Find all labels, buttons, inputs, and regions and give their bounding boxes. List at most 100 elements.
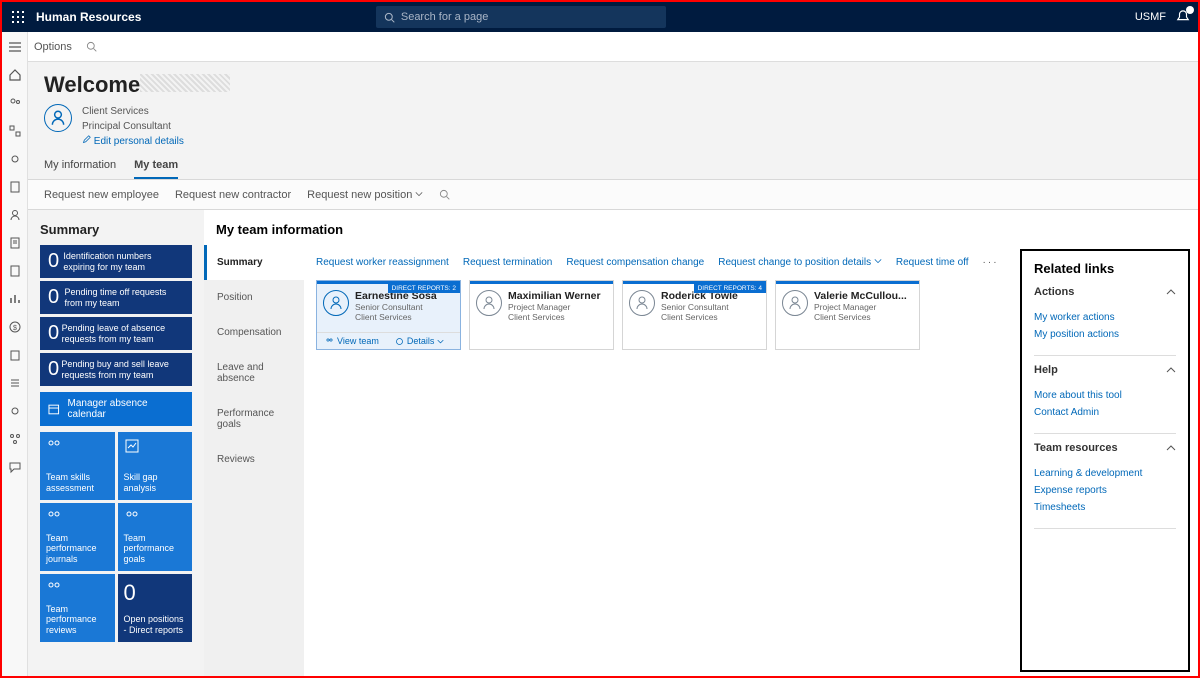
edit-personal-label: Edit personal details — [94, 136, 184, 147]
sidetab-reviews[interactable]: Reviews — [204, 442, 304, 477]
options-bar: Options — [2, 32, 1198, 62]
tile-perf-journals[interactable]: Team performance journals — [40, 503, 115, 571]
sidetab-summary[interactable]: Summary — [204, 245, 304, 280]
related-section-actions[interactable]: Actions — [1034, 286, 1176, 303]
app-launcher-icon[interactable] — [10, 9, 26, 25]
summary-pending-loa[interactable]: 0Pending leave of absence requests from … — [40, 317, 192, 350]
link-icon[interactable] — [8, 152, 22, 166]
related-section-help[interactable]: Help — [1034, 364, 1176, 381]
card-role: Senior Consultant — [661, 302, 738, 312]
link-contact-admin[interactable]: Contact Admin — [1034, 404, 1176, 421]
summary-pending-timeoff[interactable]: 0Pending time off requests from my team — [40, 281, 192, 314]
app-title: Human Resources — [36, 10, 141, 24]
card-dept: Client Services — [661, 312, 738, 322]
main-region: Welcome Client Services Principal Consul… — [28, 62, 1198, 676]
chart-icon[interactable] — [8, 292, 22, 306]
request-position-change[interactable]: Request change to position details — [718, 257, 882, 268]
team-card[interactable]: DIRECT REPORTS: 4 Roderick Towle Senior … — [622, 280, 767, 350]
page-title: Welcome — [44, 72, 140, 98]
request-new-position[interactable]: Request new position — [307, 189, 423, 201]
tab-my-information[interactable]: My information — [44, 159, 116, 179]
team-card[interactable]: Valerie McCullou... Project Manager Clie… — [775, 280, 920, 350]
person-icon[interactable] — [8, 208, 22, 222]
request-time-off[interactable]: Request time off — [896, 257, 969, 268]
card-role: Project Manager — [508, 302, 601, 312]
team-card[interactable]: Maximilian Werner Project Manager Client… — [469, 280, 614, 350]
team-cards: DIRECT REPORTS: 2 Earnestine Sosa Senior… — [316, 280, 1004, 350]
options-search-icon[interactable] — [86, 41, 97, 52]
options-menu[interactable]: Options — [34, 41, 72, 53]
link-learning-dev[interactable]: Learning & development — [1034, 465, 1176, 482]
welcome-header: Welcome Client Services Principal Consul… — [28, 62, 1198, 149]
actionstrip-search-icon[interactable] — [439, 189, 450, 200]
money-icon[interactable]: $ — [8, 320, 22, 334]
request-new-contractor[interactable]: Request new contractor — [175, 189, 291, 201]
request-termination[interactable]: Request termination — [463, 257, 553, 268]
related-section-team-resources[interactable]: Team resources — [1034, 442, 1176, 459]
team-action-strip: Request new employee Request new contrac… — [28, 180, 1198, 210]
org-icon[interactable] — [8, 124, 22, 138]
feedback-icon[interactable] — [8, 460, 22, 474]
people-icon — [46, 438, 109, 454]
doc-icon[interactable] — [8, 236, 22, 250]
global-search[interactable]: Search for a page — [376, 6, 666, 28]
edit-personal-link[interactable]: Edit personal details — [82, 134, 184, 149]
main-tabs: My information My team — [28, 159, 1198, 180]
sidetab-compensation[interactable]: Compensation — [204, 315, 304, 350]
left-nav-rail: $ — [2, 32, 28, 676]
tree-icon[interactable] — [8, 432, 22, 446]
summary-id-expiring[interactable]: 0Identification numbers expiring for my … — [40, 245, 192, 278]
avatar-icon — [629, 290, 655, 316]
tile-perf-reviews[interactable]: Team performance reviews — [40, 574, 115, 642]
redacted-name — [140, 74, 230, 92]
request-comp-change[interactable]: Request compensation change — [566, 257, 704, 268]
link-worker-actions[interactable]: My worker actions — [1034, 309, 1176, 326]
doc2-icon[interactable] — [8, 264, 22, 278]
direct-reports-badge: DIRECT REPORTS: 4 — [694, 284, 766, 293]
more-actions-icon[interactable]: ··· — [983, 257, 999, 268]
direct-reports-badge: DIRECT REPORTS: 2 — [388, 284, 460, 293]
details-button[interactable]: Details — [387, 333, 453, 349]
link-timesheets[interactable]: Timesheets — [1034, 499, 1176, 516]
request-new-employee[interactable]: Request new employee — [44, 189, 159, 201]
avatar-icon — [476, 290, 502, 316]
tile-team-skills[interactable]: Team skills assessment — [40, 432, 115, 500]
sidetab-position[interactable]: Position — [204, 280, 304, 315]
building-icon[interactable] — [8, 348, 22, 362]
company-code[interactable]: USMF — [1135, 11, 1166, 23]
related-heading: Related links — [1034, 261, 1176, 276]
related-links-panel: Related links Actions My worker actions … — [1020, 249, 1190, 672]
avatar-icon — [782, 290, 808, 316]
people-icon[interactable] — [8, 96, 22, 110]
tile-skill-gap[interactable]: Skill gap analysis — [118, 432, 193, 500]
tile-open-positions[interactable]: 0Open positions - Direct reports — [118, 574, 193, 642]
tab-my-team[interactable]: My team — [134, 159, 178, 179]
card-dept: Client Services — [355, 312, 437, 322]
request-reassignment[interactable]: Request worker reassignment — [316, 257, 449, 268]
link-more-about[interactable]: More about this tool — [1034, 387, 1176, 404]
view-team-button[interactable]: View team — [317, 333, 387, 349]
hamburger-icon[interactable] — [8, 40, 22, 54]
tile-perf-goals[interactable]: Team performance goals — [118, 503, 193, 571]
sidetab-perf-goals[interactable]: Performance goals — [204, 396, 304, 442]
summary-pending-buysell[interactable]: 0Pending buy and sell leave requests fro… — [40, 353, 192, 386]
home-icon[interactable] — [8, 68, 22, 82]
notifications-icon[interactable] — [1176, 10, 1190, 24]
chevron-up-icon — [1166, 443, 1176, 453]
manager-absence-calendar[interactable]: Manager absence calendar — [40, 392, 192, 426]
top-navbar: Human Resources Search for a page USMF — [2, 2, 1198, 32]
card-dept: Client Services — [508, 312, 601, 322]
link-expense-reports[interactable]: Expense reports — [1034, 482, 1176, 499]
list-icon[interactable] — [8, 376, 22, 390]
sidetab-leave[interactable]: Leave and absence — [204, 350, 304, 396]
card-role: Project Manager — [814, 302, 907, 312]
clipboard-icon[interactable] — [8, 180, 22, 194]
gear-icon[interactable] — [8, 404, 22, 418]
team-info-heading: My team information — [204, 210, 1198, 245]
link-position-actions[interactable]: My position actions — [1034, 326, 1176, 343]
people-icon — [124, 509, 187, 525]
request-new-position-label: Request new position — [307, 189, 412, 201]
team-card[interactable]: DIRECT REPORTS: 2 Earnestine Sosa Senior… — [316, 280, 461, 350]
chevron-up-icon — [1166, 287, 1176, 297]
card-name: Maximilian Werner — [508, 290, 601, 302]
